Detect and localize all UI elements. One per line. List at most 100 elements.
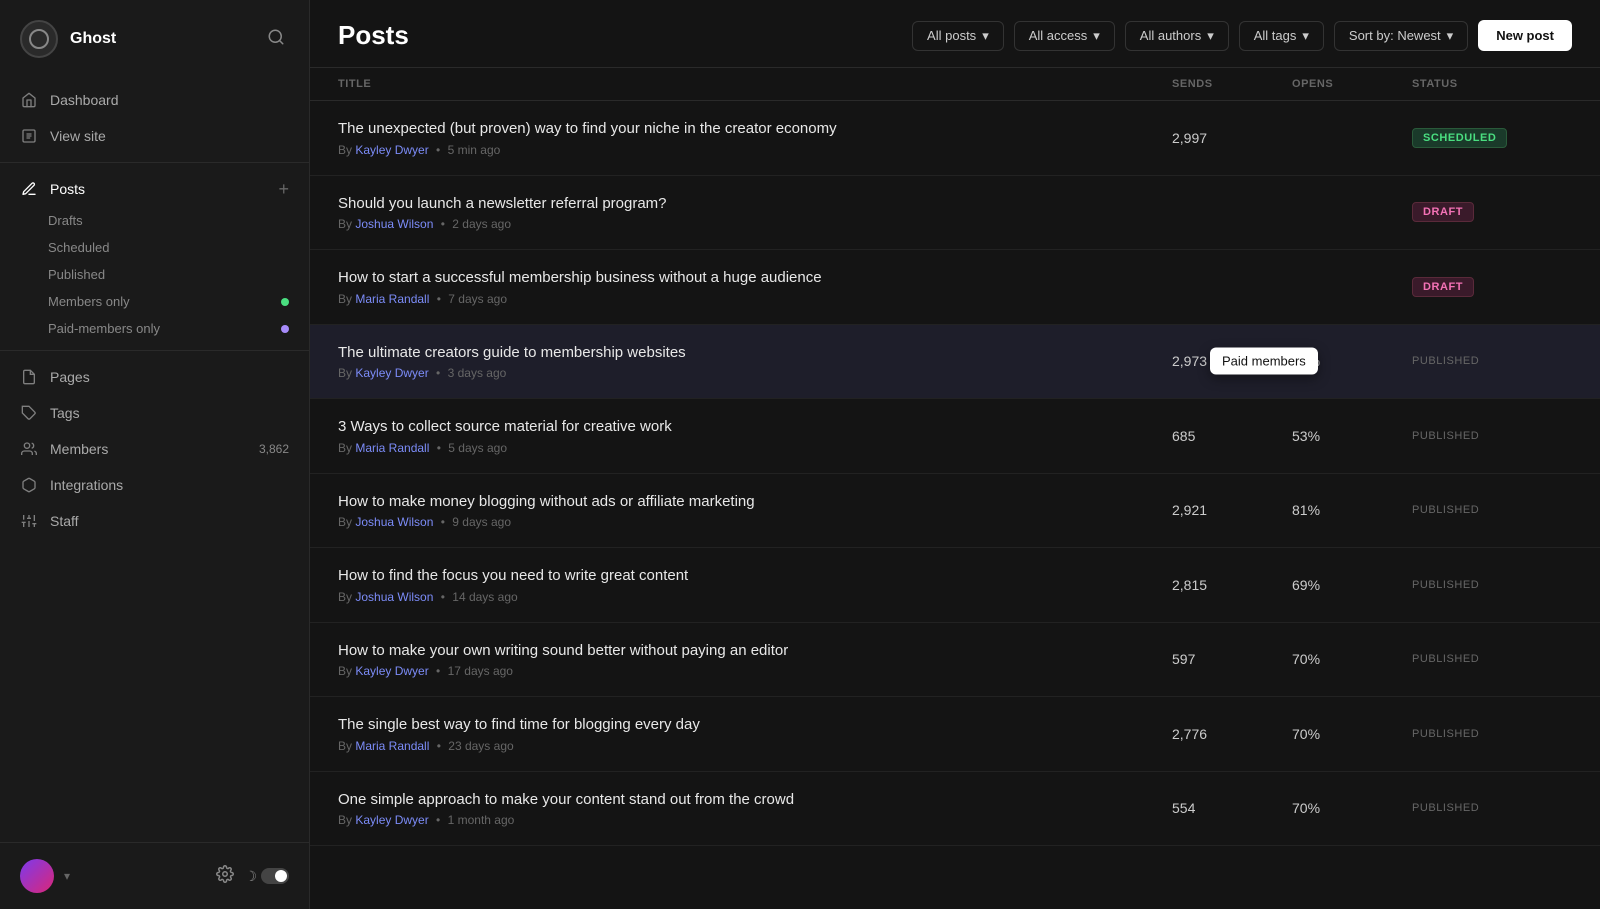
post-title: 3 Ways to collect source material for cr… — [338, 417, 1172, 437]
ghost-logo-icon — [29, 29, 49, 49]
table-row[interactable]: How to make money blogging without ads o… — [310, 474, 1600, 549]
sidebar-item-drafts[interactable]: Drafts — [48, 207, 309, 234]
table-row[interactable]: How to make your own writing sound bette… — [310, 623, 1600, 698]
sends-value: 2,776 — [1172, 726, 1292, 742]
posts-icon — [20, 180, 38, 198]
sends-value: 2,997 — [1172, 130, 1292, 146]
user-avatar[interactable] — [20, 859, 54, 893]
sidebar-item-posts[interactable]: Posts + — [0, 171, 309, 207]
chevron-down-icon: ▾ — [982, 28, 989, 44]
post-time: 3 days ago — [448, 366, 507, 380]
post-meta: By Kayley Dwyer • 1 month ago — [338, 813, 1172, 827]
sidebar: Ghost Dashboard View site — [0, 0, 310, 909]
post-author: Maria Randall — [355, 292, 429, 306]
sort-label: Sort by: Newest — [1349, 28, 1441, 43]
status-badge: PUBLISHED — [1412, 728, 1479, 740]
search-button[interactable] — [263, 24, 289, 55]
drafts-label: Drafts — [48, 213, 83, 228]
post-meta: By Kayley Dwyer • 3 days ago — [338, 366, 1172, 380]
opens-value: 81% — [1292, 502, 1412, 518]
table-row[interactable]: One simple approach to make your content… — [310, 772, 1600, 847]
members-badge: 3,862 — [259, 442, 289, 456]
all-posts-filter[interactable]: All posts ▾ — [912, 21, 1004, 51]
sidebar-footer: ▾ ☽ — [0, 842, 309, 909]
opens-value: 70% — [1292, 651, 1412, 667]
members-label: Members — [50, 441, 108, 457]
status-cell: PUBLISHED — [1412, 653, 1572, 665]
sort-filter[interactable]: Sort by: Newest ▾ — [1334, 21, 1468, 51]
post-time: 17 days ago — [448, 664, 513, 678]
sidebar-item-members[interactable]: Members 3,862 — [0, 431, 309, 467]
nav-divider-1 — [0, 162, 309, 163]
sidebar-item-paid-members-only[interactable]: Paid-members only — [48, 315, 309, 342]
status-cell: DRAFT — [1412, 277, 1572, 297]
ghost-logo — [20, 20, 58, 58]
post-info: How to find the focus you need to write … — [338, 566, 1172, 604]
post-title: Should you launch a newsletter referral … — [338, 194, 1172, 214]
post-meta: By Joshua Wilson • 14 days ago — [338, 590, 1172, 604]
sidebar-item-integrations[interactable]: Integrations — [0, 467, 309, 503]
add-post-button[interactable]: + — [278, 180, 289, 198]
post-author: Joshua Wilson — [355, 515, 433, 529]
post-meta: By Kayley Dwyer • 17 days ago — [338, 664, 1172, 678]
published-label: Published — [48, 267, 105, 282]
post-time: 2 days ago — [452, 217, 511, 231]
opens-value: 70% — [1292, 726, 1412, 742]
status-badge: PUBLISHED — [1412, 430, 1479, 442]
status-badge: DRAFT — [1412, 277, 1474, 297]
table-row[interactable]: The ultimate creators guide to membershi… — [310, 325, 1600, 400]
sidebar-item-scheduled[interactable]: Scheduled — [48, 234, 309, 261]
sidebar-item-published[interactable]: Published — [48, 261, 309, 288]
status-cell: SCHEDULED — [1412, 128, 1572, 148]
dashboard-label: Dashboard — [50, 92, 119, 108]
settings-icon[interactable] — [216, 865, 234, 888]
post-time: 23 days ago — [448, 739, 513, 753]
status-badge: PUBLISHED — [1412, 504, 1479, 516]
table-row[interactable]: How to find the focus you need to write … — [310, 548, 1600, 623]
sidebar-item-view-site[interactable]: View site — [0, 118, 309, 154]
post-title: How to make money blogging without ads o… — [338, 492, 1172, 512]
post-info: Should you launch a newsletter referral … — [338, 194, 1172, 232]
all-access-label: All access — [1029, 28, 1088, 43]
post-author: Joshua Wilson — [355, 590, 433, 604]
col-status: STATUS — [1412, 78, 1572, 90]
home-icon — [20, 91, 38, 109]
sidebar-item-pages[interactable]: Pages — [0, 359, 309, 395]
status-badge: PUBLISHED — [1412, 653, 1479, 665]
staff-icon — [20, 512, 38, 530]
status-cell: PUBLISHED — [1412, 430, 1572, 442]
post-meta: By Joshua Wilson • 9 days ago — [338, 515, 1172, 529]
status-cell: PUBLISHED — [1412, 802, 1572, 814]
table-row[interactable]: How to start a successful membership bus… — [310, 250, 1600, 325]
sidebar-item-dashboard[interactable]: Dashboard — [0, 82, 309, 118]
sidebar-item-tags[interactable]: Tags — [0, 395, 309, 431]
table-row[interactable]: The single best way to find time for blo… — [310, 697, 1600, 772]
user-menu-chevron[interactable]: ▾ — [64, 869, 70, 883]
sidebar-item-members-only[interactable]: Members only — [48, 288, 309, 315]
all-authors-filter[interactable]: All authors ▾ — [1125, 21, 1229, 51]
all-tags-filter[interactable]: All tags ▾ — [1239, 21, 1324, 51]
sidebar-item-staff[interactable]: Staff — [0, 503, 309, 539]
all-access-filter[interactable]: All access ▾ — [1014, 21, 1115, 51]
post-title: How to start a successful membership bus… — [338, 268, 1172, 288]
paid-members-only-dot — [281, 325, 289, 333]
post-author: Joshua Wilson — [355, 217, 433, 231]
table-row[interactable]: Should you launch a newsletter referral … — [310, 176, 1600, 251]
new-post-button[interactable]: New post — [1478, 20, 1572, 51]
status-cell: DRAFT — [1412, 202, 1572, 222]
all-authors-label: All authors — [1140, 28, 1201, 43]
post-title: How to make your own writing sound bette… — [338, 641, 1172, 661]
post-time: 5 min ago — [448, 143, 501, 157]
table-row[interactable]: 3 Ways to collect source material for cr… — [310, 399, 1600, 474]
nav-divider-2 — [0, 350, 309, 351]
sends-value: 2,921 — [1172, 502, 1292, 518]
table-row[interactable]: The unexpected (but proven) way to find … — [310, 101, 1600, 176]
members-icon — [20, 440, 38, 458]
pages-label: Pages — [50, 369, 90, 385]
chevron-down-icon-4: ▾ — [1302, 28, 1309, 44]
status-cell: PUBLISHED — [1412, 579, 1572, 591]
theme-toggle-icon[interactable]: ☽ — [244, 868, 289, 885]
col-opens: OPENS — [1292, 78, 1412, 90]
status-badge: SCHEDULED — [1412, 128, 1507, 148]
sidebar-navigation: Dashboard View site Posts + — [0, 74, 309, 842]
